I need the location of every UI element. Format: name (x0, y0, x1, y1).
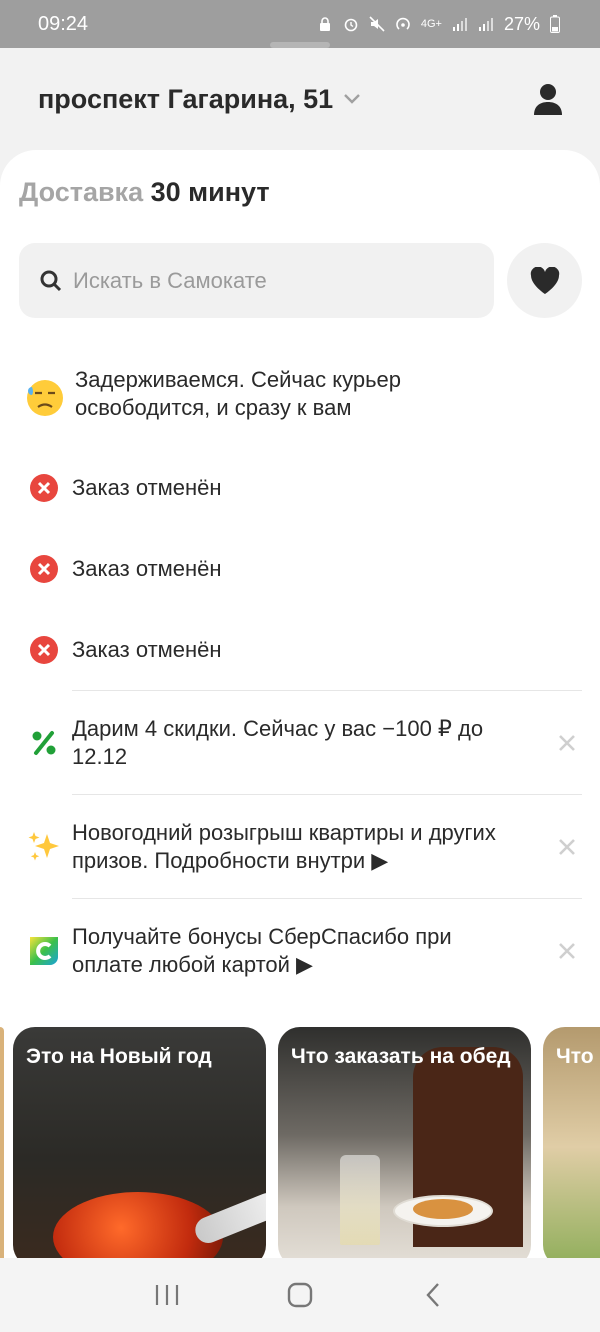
close-icon[interactable] (556, 940, 578, 962)
search-icon (40, 270, 62, 291)
order-cancelled[interactable]: Заказ отменён (0, 630, 600, 670)
search-input[interactable]: Искать в Самокате (19, 243, 494, 318)
alarm-icon (344, 18, 358, 32)
signal-icon (452, 18, 467, 31)
status-bar: 09:24 4G+ 27% (0, 0, 600, 48)
promo-text: Новогодний розыгрыш квартиры и других пр… (72, 820, 496, 873)
divider (72, 794, 582, 795)
battery-percent: 27% (503, 13, 540, 34)
profile-icon[interactable] (532, 82, 564, 116)
recent-apps-icon (155, 1285, 178, 1305)
promo-lottery[interactable]: Новогодний розыгрыш квартиры и других пр… (0, 819, 600, 875)
search-placeholder: Искать в Самокате (73, 267, 267, 293)
order-cancelled[interactable]: Заказ отменён (0, 549, 600, 589)
story-title: Что от С (556, 1045, 600, 1068)
delivery-time: Доставка 30 минут (19, 177, 270, 208)
order-status-text: Заказ отменён (72, 637, 222, 662)
status-time: 09:24 (38, 12, 89, 35)
network-type: 4G+ (420, 18, 442, 30)
story-title: Это на Новый год (26, 1045, 212, 1068)
order-status-delay[interactable]: Задерживаемся. Сейчас курьер освободится… (0, 366, 600, 430)
cancel-circle-icon (26, 551, 62, 587)
signal-icon-2 (478, 18, 493, 31)
lock-icon (319, 17, 330, 31)
delivery-label: Доставка (19, 177, 144, 207)
sad-sweat-emoji-icon (26, 379, 64, 417)
home-button[interactable] (280, 1275, 320, 1315)
cancel-circle-icon (26, 470, 62, 506)
close-icon[interactable] (556, 836, 578, 858)
back-button[interactable] (413, 1275, 453, 1315)
chevron-down-icon (344, 94, 361, 104)
home-icon (287, 1282, 313, 1308)
story-title: Что заказать на обед (291, 1045, 511, 1068)
order-status-text: Заказ отменён (72, 556, 222, 581)
cancel-circle-icon (26, 632, 62, 668)
close-icon[interactable] (556, 732, 578, 754)
order-status-text: Заказ отменён (72, 475, 222, 500)
percent-icon (26, 725, 62, 761)
story-image-food (413, 1199, 473, 1219)
story-image-spoon (191, 1189, 266, 1247)
story-card[interactable]: Что от С (543, 1027, 600, 1258)
story-card[interactable]: Это на Новый год (13, 1027, 266, 1258)
address-text: проспект Гагарина, 51 (38, 83, 334, 114)
system-nav-bar (0, 1258, 600, 1332)
promo-discounts[interactable]: Дарим 4 скидки. Сейчас у вас −100 ₽ до 1… (0, 715, 600, 771)
order-status-text: Задерживаемся. Сейчас курьер освободится… (75, 367, 402, 420)
promo-text: Получайте бонусы СберСпасибо при оплате … (72, 924, 452, 977)
order-cancelled[interactable]: Заказ отменён (0, 468, 600, 508)
stories-carousel[interactable]: Это на Новый год Что заказать на обед Чт… (0, 1027, 600, 1258)
mute-icon (369, 16, 385, 32)
sberspasibo-icon (26, 933, 62, 969)
heart-icon (530, 266, 559, 294)
divider (72, 690, 582, 691)
story-edge-left (0, 1027, 4, 1258)
recent-apps-button[interactable] (147, 1275, 187, 1315)
header: проспект Гагарина, 51 (0, 48, 600, 150)
back-icon (426, 1283, 440, 1307)
address-selector[interactable]: проспект Гагарина, 51 (38, 84, 361, 115)
status-icons: 4G+ 27% (317, 14, 560, 35)
delivery-value: 30 минут (150, 177, 270, 207)
battery-icon (550, 15, 560, 33)
story-card[interactable]: Что заказать на обед (278, 1027, 531, 1258)
divider (72, 898, 582, 899)
favorites-button[interactable] (507, 243, 582, 318)
story-image-glass (340, 1155, 380, 1245)
promo-text: Дарим 4 скидки. Сейчас у вас −100 ₽ до 1… (72, 716, 484, 769)
sparkles-icon (26, 829, 62, 865)
main-card: Доставка 30 минут Искать в Самокате Заде… (0, 150, 600, 1258)
promo-sberspasibo[interactable]: Получайте бонусы СберСпасибо при оплате … (0, 923, 600, 979)
hotspot-icon (396, 17, 410, 30)
